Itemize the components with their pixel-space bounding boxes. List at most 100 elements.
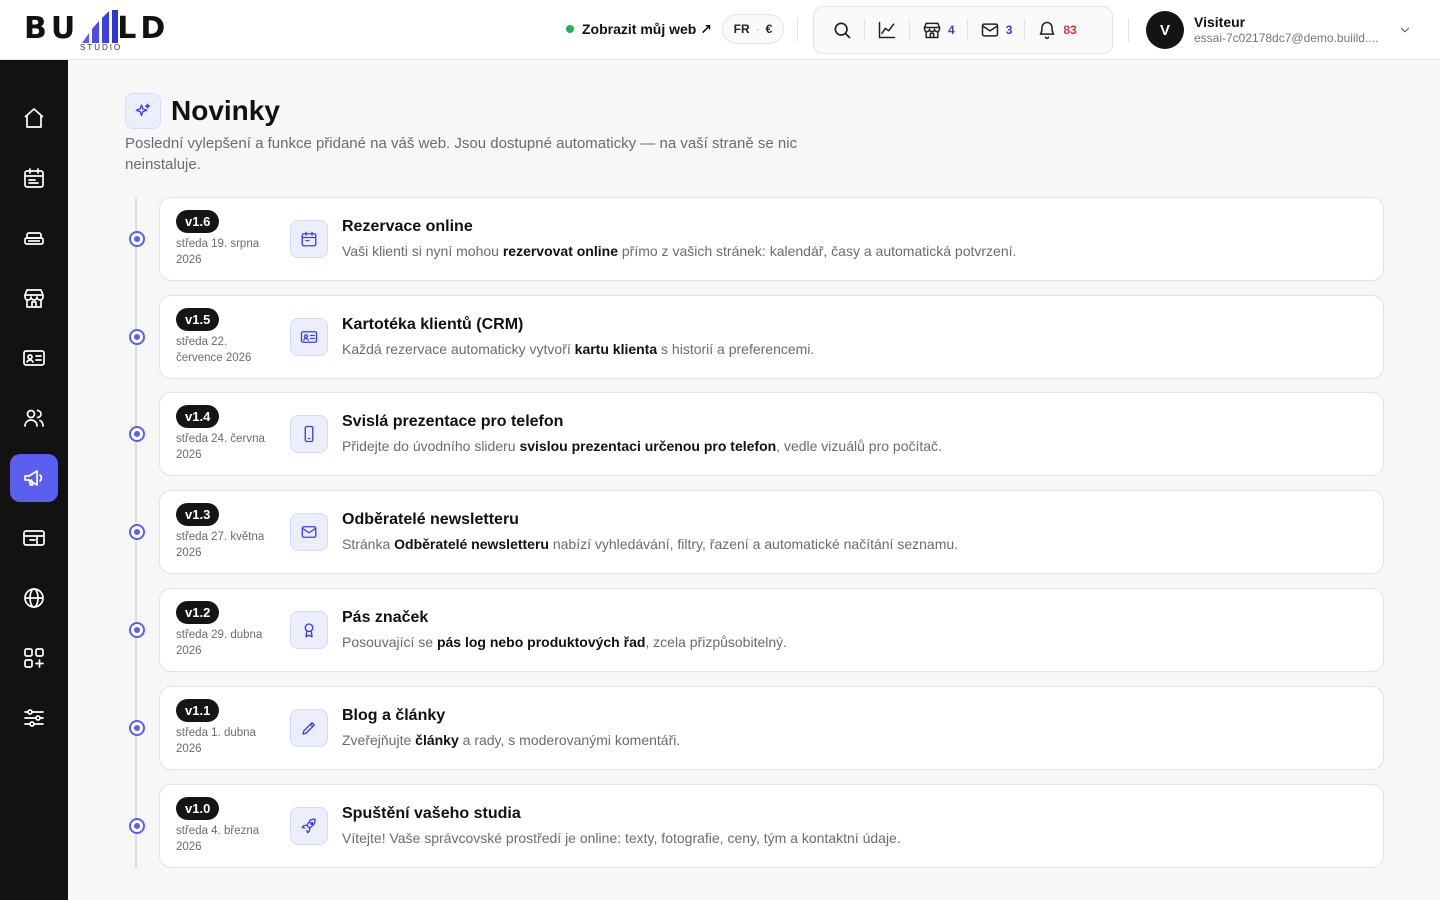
changelog-entry: v1.0 středa 4. března 2026 Spuštění vaše… [129,784,1384,868]
top-bar: BULD STUDIO Zobrazit můj web ↗ FR · € 4 [0,0,1440,60]
timeline-dot [129,622,145,638]
user-menu[interactable]: V Visiteur essai-7c02178dc7@demo.buiild.… [1146,10,1416,50]
services-icon [24,232,44,245]
release-date: středa 24. června 2026 [176,433,265,461]
desc-highlight: pás log nebo produktových řad [436,634,646,650]
search-icon [834,22,851,39]
messages-count: 3 [1005,23,1013,37]
notifications-button[interactable]: 83 [1029,14,1084,46]
version-badge: v1.5 [176,308,220,331]
desc-text: , vedle vizuálů pro počítač. [776,438,942,454]
changelog-entry: v1.1 středa 1. dubna 2026 Blog a články … [129,686,1384,770]
sidebar-item-store[interactable] [10,274,58,322]
entry-icon-box [290,513,328,551]
sidebar-item-news[interactable] [10,454,58,502]
sidebar-item-team[interactable] [10,394,58,442]
sidebar-item-services[interactable] [10,214,58,262]
release-date: středa 29. dubna 2026 [176,629,263,657]
desc-text: Zveřejňujte [342,732,416,748]
store-icon [923,22,941,39]
desc-highlight: svislou prezentaci určenou pro telefon [519,438,777,454]
entry-icon-box [290,318,328,356]
pencil-icon [302,722,315,735]
user-info: Visiteur essai-7c02178dc7@demo.buiild...… [1194,14,1384,46]
view-site-link[interactable]: Zobrazit můj web ↗ [566,18,712,40]
desc-highlight: články [415,732,459,748]
desc-text: Stránka [342,536,395,552]
desc-text: Posouvající se [342,634,437,650]
chevron-down-icon [1400,27,1410,33]
sidebar-item-billing[interactable] [10,514,58,562]
entry-title: Pás značek [342,609,429,626]
desc-text: , zcela přizpůsobitelný. [645,634,788,650]
sidebar-item-settings[interactable] [10,694,58,742]
award-icon [304,623,314,638]
release-date: středa 22. července 2026 [176,336,252,364]
shops-button[interactable]: 4 [914,14,963,46]
page-title: Novinky [171,95,280,126]
language-currency-switcher[interactable]: FR · € [722,14,784,44]
entry-description: Posouvající se pás log nebo produktových… [342,632,787,652]
desc-text: Každá rezervace automaticky vytvoří [342,341,575,357]
analytics-button[interactable] [869,14,905,46]
sidebar-item-clients[interactable] [10,334,58,382]
entry-title: Odběratelé newsletteru [342,511,519,528]
brand-logo[interactable]: BU LD STUDIO [24,8,184,52]
changelog-entry: v1.2 středa 29. dubna 2026 Pás značek Po… [129,588,1384,672]
release-date: středa 19. srpna 2026 [176,238,260,266]
language-code: FR [733,22,750,36]
entry-description: Přidejte do úvodního slideru svislou pre… [342,436,942,456]
apps-icon [24,648,44,668]
id-card-icon [23,350,45,366]
sliders-icon [24,709,44,727]
pill-separator: · [755,22,760,36]
desc-text: Vaši klienti si nyní mohou [342,243,503,259]
ticket-icon [23,530,45,546]
release-date: středa 27. května 2026 [176,531,265,559]
home-icon [24,108,44,128]
page-description: Poslední vylepšení a funkce přidané na v… [125,135,798,173]
entry-description: Stránka Odběratelé newsletteru nabízí vy… [342,534,958,554]
timeline-dot [129,720,145,736]
desc-text: Vítejte! Vaše správcovské prostředí je o… [342,830,901,846]
entry-title: Svislá prezentace pro telefon [342,413,564,430]
notifications-count: 83 [1063,23,1077,37]
entry-description: Zveřejňujte články a rady, s moderovaným… [342,730,680,750]
bell-icon [1039,21,1055,40]
desc-text: s historií a preferencemi. [657,341,815,357]
entry-icon-box [290,709,328,747]
entry-description: Vaši klienti si nyní mohou rezervovat on… [342,241,1016,261]
users-icon [24,409,44,427]
globe-icon [24,588,44,608]
sidebar-item-home[interactable] [10,94,58,142]
entry-title: Rezervace online [342,218,473,235]
version-badge: v1.2 [176,601,220,624]
sidebar-item-calendar[interactable] [10,154,58,202]
release-date: středa 4. března 2026 [176,825,260,853]
desc-text: a rady, s moderovanými komentáři. [458,732,681,748]
logo-bars-icon [82,10,118,43]
chart-line-icon [878,21,896,39]
messages-button[interactable]: 3 [972,14,1021,46]
sidebar-item-website[interactable] [10,574,58,622]
timeline-dot [129,329,145,345]
release-date: středa 1. dubna 2026 [176,727,256,755]
toolbar-divider [864,19,865,41]
entry-title: Blog a články [342,707,446,724]
megaphone-icon [24,470,43,486]
toolbar-divider [1024,19,1026,41]
header-toolbar: 4 3 83 [813,6,1113,54]
user-email: essai-7c02178dc7@demo.buiild.... [1194,31,1379,45]
phone-icon [304,425,314,443]
user-name: Visiteur [1194,14,1246,30]
search-button[interactable] [824,14,860,46]
sidebar-item-apps[interactable] [10,634,58,682]
version-badge: v1.4 [176,405,220,428]
rocket-icon [301,818,316,834]
mail-icon [981,23,998,37]
entry-description: Každá rezervace automaticky vytvoří kart… [342,339,814,359]
version-badge: v1.0 [176,797,220,820]
sparkles-icon [135,103,151,117]
version-badge: v1.3 [176,503,220,526]
changelog-entry: v1.5 středa 22. července 2026 Kartotéka … [129,295,1384,379]
